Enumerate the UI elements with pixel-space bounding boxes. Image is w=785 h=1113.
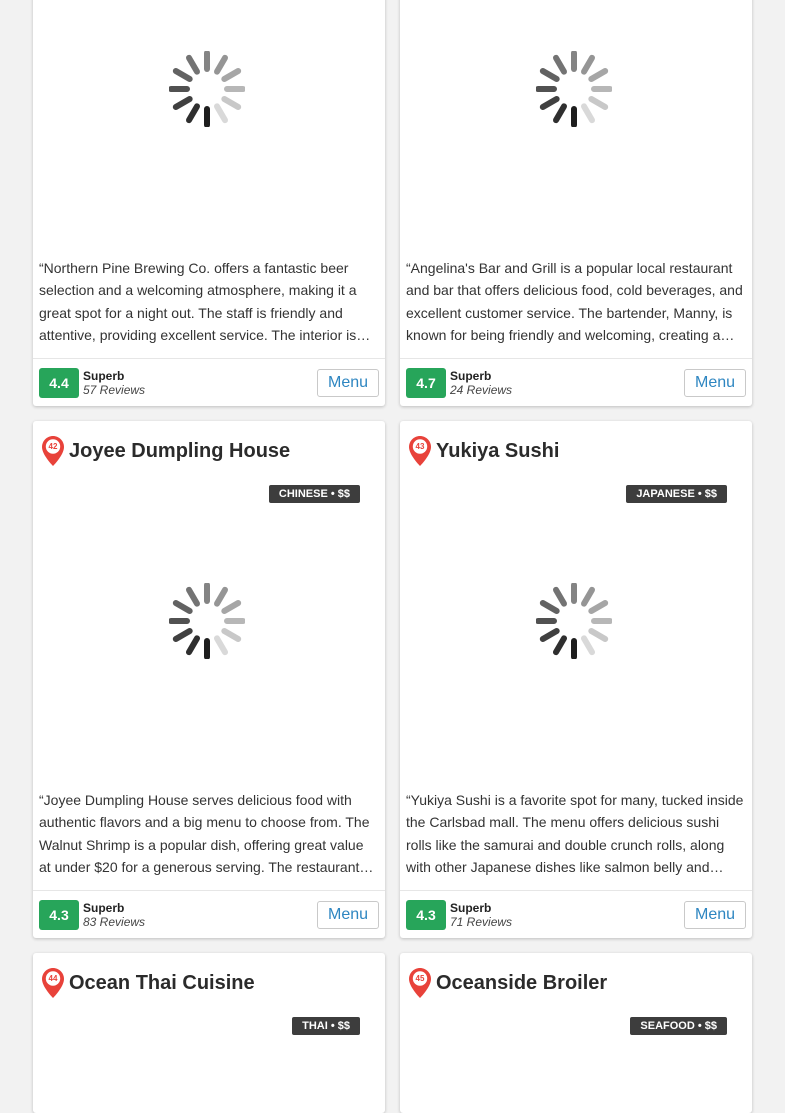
restaurant-name[interactable]: Joyee Dumpling House [69,440,290,463]
loading-spinner-icon [169,583,245,659]
restaurant-description: “Angelina's Bar and Grill is a popular l… [406,260,743,343]
restaurant-card[interactable]: “Angelina's Bar and Grill is a popular l… [400,0,752,406]
cuisine-price-tag: THAI • $$ [292,1017,360,1035]
menu-button[interactable]: Menu [317,901,379,929]
cuisine-price-tag: JAPANESE • $$ [626,485,727,503]
map-pin-icon: 43 [408,435,432,467]
menu-button[interactable]: Menu [684,369,746,397]
restaurant-card[interactable]: 45 Oceanside Broiler SEAFOOD • $$ [400,953,752,1113]
loading-spinner-icon [536,51,612,127]
restaurant-card[interactable]: 44 Ocean Thai Cuisine THAI • $$ [33,953,385,1113]
card-footer: 4.3 Superb 71 Reviews Menu [400,890,752,938]
menu-button[interactable]: Menu [684,901,746,929]
menu-button[interactable]: Menu [317,369,379,397]
card-header: 42 Joyee Dumpling House [41,435,290,467]
restaurant-card[interactable]: 43 Yukiya Sushi JAPANESE • $$ “Yukiya Su… [400,421,752,938]
rating-label: Superb [83,369,125,383]
pin-number: 44 [48,974,58,983]
pin-number: 43 [415,442,425,451]
rating-score: 4.3 [39,900,79,930]
restaurant-card[interactable]: 42 Joyee Dumpling House CHINESE • $$ “Jo… [33,421,385,938]
review-count[interactable]: 57 Reviews [83,383,145,397]
pin-number: 42 [48,442,58,451]
cuisine-price-tag: CHINESE • $$ [268,485,360,503]
card-header: 45 Oceanside Broiler [408,967,607,999]
rating-label: Superb [83,901,125,915]
map-pin-icon: 44 [41,967,65,999]
cuisine-price-tag: SEAFOOD • $$ [630,1017,727,1035]
restaurant-description: “Joyee Dumpling House serves delicious f… [39,792,374,875]
rating-label: Superb [450,369,492,383]
rating-score: 4.7 [406,368,446,398]
card-header: 43 Yukiya Sushi [408,435,559,467]
card-header: 44 Ocean Thai Cuisine [41,967,255,999]
restaurant-name[interactable]: Ocean Thai Cuisine [69,972,255,995]
review-count[interactable]: 24 Reviews [450,383,512,397]
restaurant-card[interactable]: “Northern Pine Brewing Co. offers a fant… [33,0,385,406]
card-footer: 4.7 Superb 24 Reviews Menu [400,358,752,406]
restaurant-description: “Yukiya Sushi is a favorite spot for man… [406,792,744,875]
card-footer: 4.3 Superb 83 Reviews Menu [33,890,385,938]
restaurant-description: “Northern Pine Brewing Co. offers a fant… [39,260,371,343]
rating-label: Superb [450,901,492,915]
review-count[interactable]: 71 Reviews [450,915,512,929]
rating-score: 4.3 [406,900,446,930]
review-count[interactable]: 83 Reviews [83,915,145,929]
loading-spinner-icon [536,583,612,659]
map-pin-icon: 42 [41,435,65,467]
rating-score: 4.4 [39,368,79,398]
pin-number: 45 [415,974,425,983]
map-pin-icon: 45 [408,967,432,999]
card-footer: 4.4 Superb 57 Reviews Menu [33,358,385,406]
restaurant-name[interactable]: Yukiya Sushi [436,440,559,463]
loading-spinner-icon [169,51,245,127]
restaurant-name[interactable]: Oceanside Broiler [436,972,607,995]
